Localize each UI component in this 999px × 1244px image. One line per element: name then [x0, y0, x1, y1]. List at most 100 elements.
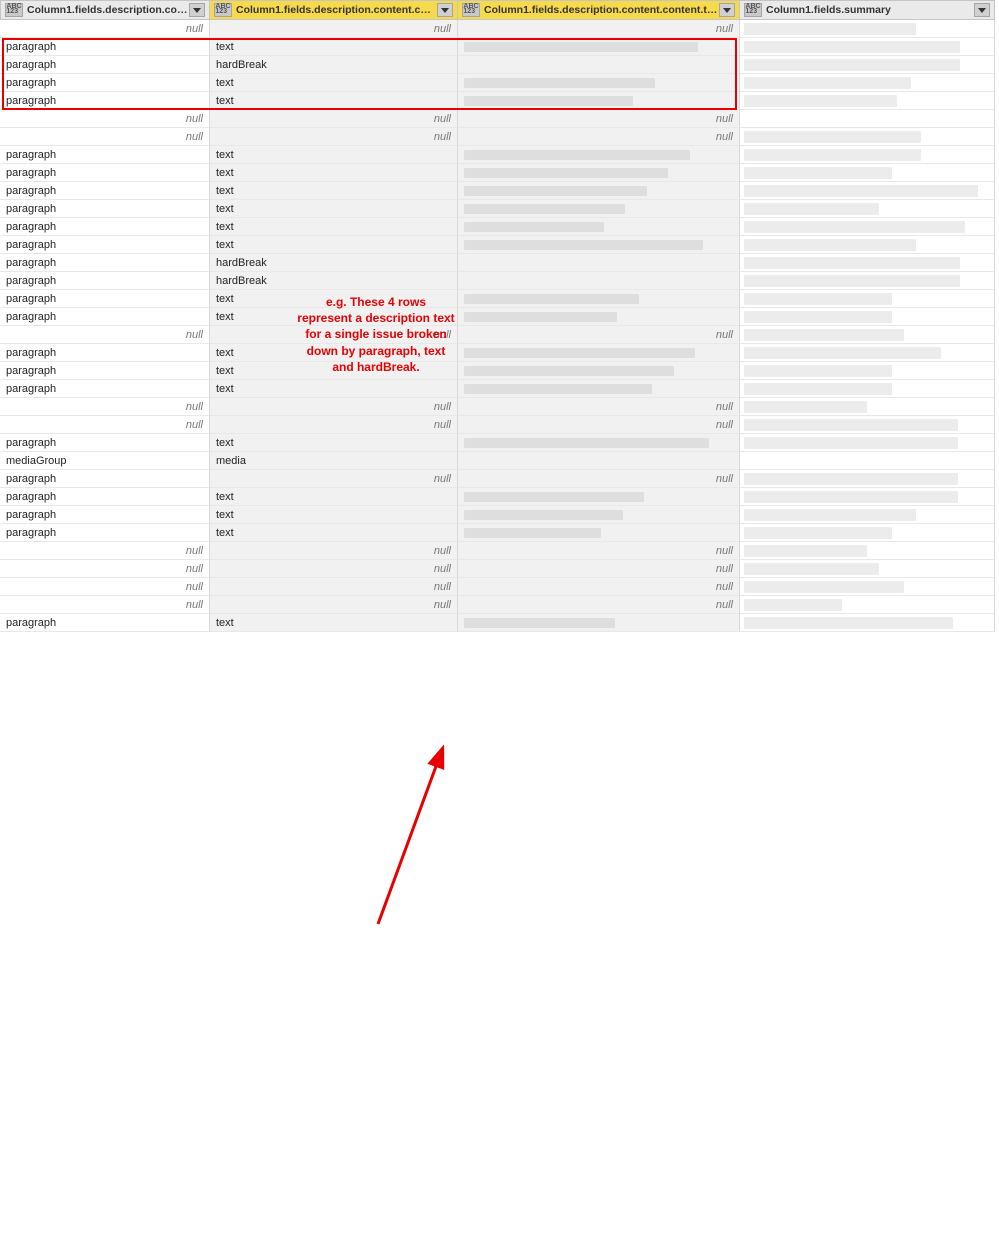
column-filter-dropdown[interactable] — [437, 3, 453, 17]
cell-c1[interactable]: paragraph — [0, 146, 210, 164]
cell-c3[interactable]: null — [458, 596, 740, 614]
cell-c2[interactable]: text — [210, 344, 458, 362]
cell-summary[interactable] — [740, 470, 995, 488]
cell-c2[interactable]: media — [210, 452, 458, 470]
cell-c3[interactable] — [458, 506, 740, 524]
cell-c1[interactable]: null — [0, 110, 210, 128]
cell-c2[interactable]: text — [210, 290, 458, 308]
cell-c2[interactable]: hardBreak — [210, 56, 458, 74]
cell-summary[interactable] — [740, 398, 995, 416]
cell-c1[interactable]: paragraph — [0, 308, 210, 326]
cell-c1[interactable]: null — [0, 560, 210, 578]
cell-c3[interactable]: null — [458, 470, 740, 488]
cell-c3[interactable] — [458, 164, 740, 182]
cell-summary[interactable] — [740, 290, 995, 308]
cell-summary[interactable] — [740, 542, 995, 560]
cell-summary[interactable] — [740, 434, 995, 452]
cell-c2[interactable]: text — [210, 146, 458, 164]
cell-c2[interactable]: text — [210, 614, 458, 632]
cell-summary[interactable] — [740, 20, 995, 38]
cell-c3[interactable] — [458, 236, 740, 254]
cell-summary[interactable] — [740, 254, 995, 272]
cell-summary[interactable] — [740, 596, 995, 614]
cell-c2[interactable]: text — [210, 218, 458, 236]
cell-c2[interactable]: text — [210, 308, 458, 326]
cell-c2[interactable]: null — [210, 578, 458, 596]
cell-summary[interactable] — [740, 578, 995, 596]
cell-c2[interactable]: text — [210, 92, 458, 110]
cell-c2[interactable]: null — [210, 110, 458, 128]
cell-c1[interactable]: null — [0, 596, 210, 614]
cell-summary[interactable] — [740, 452, 995, 470]
cell-c3[interactable] — [458, 146, 740, 164]
cell-c2[interactable]: text — [210, 434, 458, 452]
cell-c1[interactable]: paragraph — [0, 182, 210, 200]
cell-c3[interactable] — [458, 38, 740, 56]
cell-c1[interactable]: null — [0, 398, 210, 416]
cell-c2[interactable]: text — [210, 200, 458, 218]
cell-c1[interactable]: null — [0, 128, 210, 146]
cell-summary[interactable] — [740, 182, 995, 200]
cell-c3[interactable] — [458, 380, 740, 398]
datatype-icon[interactable]: ABC123 — [214, 3, 232, 17]
cell-c3[interactable]: null — [458, 110, 740, 128]
cell-c3[interactable] — [458, 56, 740, 74]
cell-c2[interactable]: null — [210, 20, 458, 38]
datatype-icon[interactable]: ABC123 — [5, 3, 23, 17]
cell-c2[interactable]: hardBreak — [210, 254, 458, 272]
cell-c3[interactable]: null — [458, 20, 740, 38]
cell-c1[interactable]: paragraph — [0, 218, 210, 236]
cell-c2[interactable]: null — [210, 470, 458, 488]
cell-summary[interactable] — [740, 56, 995, 74]
cell-c1[interactable]: paragraph — [0, 74, 210, 92]
cell-summary[interactable] — [740, 110, 995, 128]
column-filter-dropdown[interactable] — [974, 3, 990, 17]
cell-summary[interactable] — [740, 326, 995, 344]
cell-c1[interactable]: mediaGroup — [0, 452, 210, 470]
column-header-3[interactable]: ABC123Column1.fields.summary — [740, 0, 995, 20]
column-filter-dropdown[interactable] — [719, 3, 735, 17]
cell-c1[interactable]: paragraph — [0, 524, 210, 542]
cell-summary[interactable] — [740, 488, 995, 506]
cell-c2[interactable]: text — [210, 488, 458, 506]
cell-c3[interactable]: null — [458, 398, 740, 416]
cell-c1[interactable]: paragraph — [0, 200, 210, 218]
cell-c2[interactable]: text — [210, 380, 458, 398]
cell-summary[interactable] — [740, 272, 995, 290]
cell-c2[interactable]: text — [210, 506, 458, 524]
cell-c1[interactable]: paragraph — [0, 470, 210, 488]
cell-summary[interactable] — [740, 614, 995, 632]
cell-c2[interactable]: null — [210, 416, 458, 434]
cell-c3[interactable] — [458, 434, 740, 452]
cell-c2[interactable]: null — [210, 596, 458, 614]
cell-c3[interactable] — [458, 200, 740, 218]
cell-c1[interactable]: paragraph — [0, 236, 210, 254]
datatype-icon[interactable]: ABC123 — [462, 3, 480, 17]
cell-c3[interactable] — [458, 524, 740, 542]
cell-c2[interactable]: null — [210, 128, 458, 146]
cell-c2[interactable]: null — [210, 398, 458, 416]
cell-c3[interactable] — [458, 254, 740, 272]
cell-c3[interactable] — [458, 290, 740, 308]
cell-c1[interactable]: null — [0, 326, 210, 344]
cell-c1[interactable]: paragraph — [0, 434, 210, 452]
cell-c1[interactable]: paragraph — [0, 254, 210, 272]
cell-summary[interactable] — [740, 362, 995, 380]
cell-summary[interactable] — [740, 200, 995, 218]
cell-summary[interactable] — [740, 344, 995, 362]
cell-c3[interactable]: null — [458, 578, 740, 596]
cell-c1[interactable]: paragraph — [0, 362, 210, 380]
cell-c1[interactable]: paragraph — [0, 380, 210, 398]
cell-c1[interactable]: paragraph — [0, 164, 210, 182]
cell-c3[interactable]: null — [458, 542, 740, 560]
column-filter-dropdown[interactable] — [189, 3, 205, 17]
cell-c1[interactable]: paragraph — [0, 272, 210, 290]
cell-c3[interactable]: null — [458, 416, 740, 434]
cell-summary[interactable] — [740, 128, 995, 146]
cell-c3[interactable]: null — [458, 560, 740, 578]
cell-c3[interactable] — [458, 362, 740, 380]
cell-c3[interactable] — [458, 272, 740, 290]
cell-summary[interactable] — [740, 236, 995, 254]
cell-c2[interactable]: text — [210, 38, 458, 56]
cell-c1[interactable]: paragraph — [0, 506, 210, 524]
